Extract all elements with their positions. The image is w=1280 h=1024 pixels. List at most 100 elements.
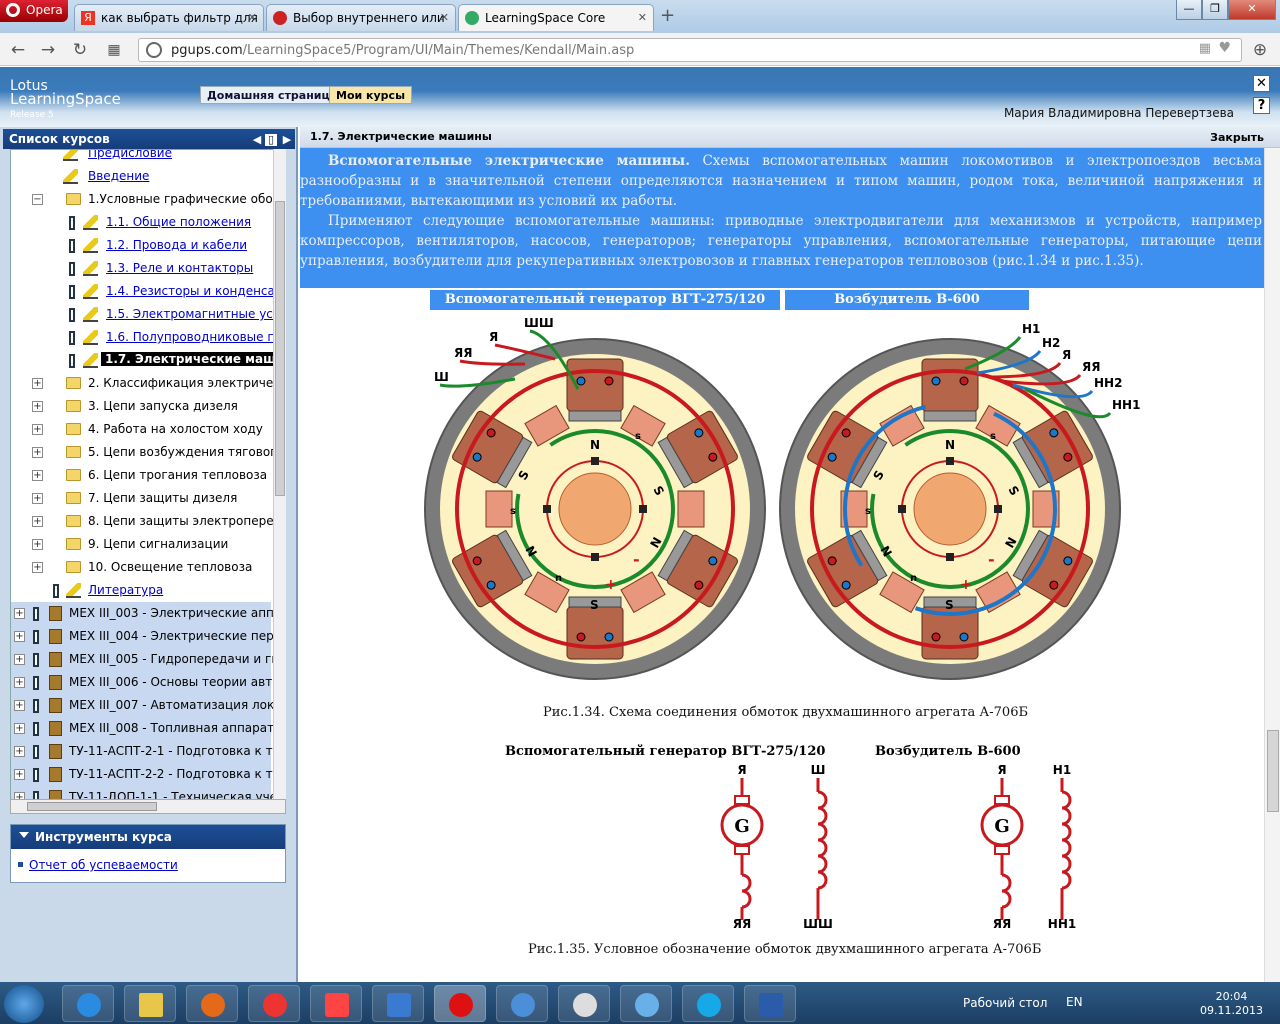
heart-bookmark-icon[interactable]: ♥ (1218, 40, 1231, 56)
tree-item[interactable]: 1.5. Электромагнитные устро (11, 303, 285, 326)
close-content-link[interactable]: Закрыть (1210, 131, 1264, 144)
taskbar-explorer-icon[interactable] (124, 985, 176, 1022)
folder-icon (66, 515, 81, 527)
tree-item[interactable]: 1.4. Резисторы и конденсато (11, 280, 285, 303)
tab-filter-choice[interactable]: Выбор внутреннего или ✕ (266, 4, 456, 31)
tree-course[interactable]: + МЕХ III_005 - Гидропередачи и гидр (11, 648, 285, 671)
tree-item[interactable]: 1.2. Провода и кабели (11, 234, 271, 257)
close-tab-icon[interactable]: ✕ (440, 11, 449, 24)
folder-icon (66, 446, 81, 458)
tree-item[interactable]: Литература (11, 579, 271, 602)
language-indicator[interactable]: EN (1066, 995, 1083, 1009)
tree-course[interactable]: + МЕХ III_007 - Автоматизация локом (11, 694, 285, 717)
tree-course[interactable]: + МЕХ III_006 - Основы теории автома (11, 671, 285, 694)
collapse-left-icon[interactable]: ◀ (251, 134, 263, 146)
course-tools-title: Инструменты курса (11, 825, 285, 849)
terminal-label: Я (997, 763, 1006, 777)
tree-item[interactable]: Предисловие (11, 150, 271, 165)
tree-item[interactable]: +7. Цепи защиты дизеля (11, 487, 271, 510)
tab-yandex-search[interactable]: Я как выбрать фильтр для ✕ (74, 4, 264, 31)
tree-item[interactable]: +4. Работа на холостом ходу (11, 418, 271, 441)
expand-node-icon: + (14, 677, 25, 688)
folder-icon (66, 561, 81, 573)
taskbar-yandex-browser-icon[interactable] (248, 985, 300, 1022)
folder-icon (66, 538, 81, 550)
tree-item[interactable]: Введение (11, 165, 271, 188)
tree-item[interactable]: +8. Цепи защиты электропередач (11, 510, 285, 533)
tree-item[interactable]: +6. Цепи трогания тепловоза (11, 464, 271, 487)
tree-item[interactable]: +2. Классификация электрически (11, 372, 285, 395)
exciter-terminal-label: Н2 (1042, 336, 1060, 350)
home-page-link[interactable]: Домашняя страница (200, 86, 345, 104)
address-bar[interactable]: pgups.com/LearningSpace5/Program/UI/Main… (138, 38, 1242, 62)
chevron-down-icon[interactable] (19, 832, 29, 838)
download-icon[interactable]: ⊕ (1250, 40, 1270, 60)
reload-icon[interactable]: ↻ (70, 40, 90, 60)
close-tab-icon[interactable]: ✕ (248, 11, 257, 24)
scroll-thumb[interactable] (27, 802, 157, 811)
tree-course[interactable]: + МЕХ III_003 - Электрические аппар (11, 602, 285, 625)
tree-course[interactable]: + МЕХ III_004 - Электрические перед (11, 625, 285, 648)
taskbar-opera-icon[interactable] (434, 985, 486, 1022)
close-window-button[interactable]: ✕ (1228, 0, 1276, 20)
scroll-thumb[interactable] (1267, 730, 1279, 812)
tree-item[interactable]: +5. Цепи возбуждения тягового ге (11, 441, 285, 464)
tree-item[interactable]: 1.1. Общие положения (11, 211, 271, 234)
taskbar-network-icon[interactable] (558, 985, 610, 1022)
tree-horizontal-scrollbar[interactable] (10, 799, 286, 814)
close-icon[interactable]: ✕ (1253, 75, 1270, 92)
exciter-pole-mark: s (990, 431, 996, 442)
exciter-terminal-label: ЯЯ (1082, 360, 1100, 374)
help-icon[interactable]: ? (1253, 97, 1270, 114)
tree-item[interactable]: +3. Цепи запуска дизеля (11, 395, 271, 418)
new-tab-button[interactable]: + (660, 7, 676, 25)
figure-caption-1: Рис.1.34. Схема соединения обмоток двухм… (543, 705, 1029, 720)
taskbar-vpn-icon[interactable] (496, 985, 548, 1022)
stash-grid-icon[interactable]: ▦ (1199, 41, 1211, 56)
show-desktop-label[interactable]: Рабочий стол (963, 996, 1047, 1010)
opera-menu-button[interactable]: Opera (0, 0, 68, 22)
close-tab-icon[interactable]: ✕ (638, 11, 647, 24)
tree-item[interactable]: 1.6. Полупроводниковые при (11, 326, 285, 349)
tree-item[interactable]: −1.Условные графические обозн (11, 188, 285, 211)
tree-item[interactable]: +9. Цепи сигнализации (11, 533, 271, 556)
course-book-icon (49, 767, 62, 782)
scroll-thumb[interactable] (275, 201, 285, 496)
speed-dial-grid-icon[interactable]: ▦ (104, 40, 124, 60)
exciter-terminal-dot (931, 376, 941, 386)
start-button[interactable] (4, 985, 44, 1023)
tree-vertical-scrollbar[interactable] (273, 149, 286, 799)
exciter-terminal-dot (931, 632, 941, 642)
minimize-window-button[interactable]: — (1176, 0, 1202, 20)
taskbar-yandex-icon[interactable] (310, 985, 362, 1022)
forward-arrow-icon[interactable]: → (38, 40, 58, 60)
system-clock[interactable]: 20:04 09.11.2013 (1200, 990, 1263, 1018)
progress-report-link[interactable]: Отчет об успеваемости (29, 858, 178, 872)
gen-symbol-letter: G (734, 816, 749, 837)
taskbar-app-icon[interactable] (620, 985, 672, 1022)
tree-item[interactable]: +10. Освещение тепловоза (11, 556, 271, 579)
logo-release: Release 5 (10, 110, 54, 120)
exciter-rotor (913, 472, 987, 546)
generator-terminal-label: Ш (434, 370, 449, 384)
exciter-pole-shoe (923, 410, 977, 422)
window-toggle-icon[interactable]: ▯ (265, 134, 277, 146)
expand-right-icon[interactable]: ▶ (281, 134, 293, 146)
maximize-window-button[interactable]: ❐ (1202, 0, 1228, 20)
tab-learningspace[interactable]: LearningSpace Core ✕ (458, 4, 654, 31)
taskbar-skype-icon[interactable] (682, 985, 734, 1022)
back-arrow-icon[interactable]: ← (8, 40, 28, 60)
taskbar-mail-icon[interactable] (372, 985, 424, 1022)
content-vertical-scrollbar[interactable] (1264, 148, 1280, 982)
tree-item-active[interactable]: 1.7. Электрические машины (11, 349, 285, 372)
my-courses-link[interactable]: Мои курсы (329, 86, 413, 104)
taskbar-word-icon[interactable] (744, 985, 796, 1022)
tree-course[interactable]: + ТУ-11-АСПТ-2-1 - Подготовка к тест (11, 740, 285, 763)
taskbar-ie-icon[interactable] (62, 985, 114, 1022)
tree-item[interactable]: 1.3. Реле и контакторы (11, 257, 271, 280)
tree-course[interactable]: + МЕХ III_008 - Топливная аппаратур (11, 717, 285, 740)
taskbar-media-icon[interactable] (186, 985, 238, 1022)
expand-node-icon: + (32, 447, 43, 458)
site-info-icon[interactable] (146, 42, 162, 58)
tree-course[interactable]: + ТУ-11-АСПТ-2-2 - Подготовка к тест (11, 763, 285, 786)
